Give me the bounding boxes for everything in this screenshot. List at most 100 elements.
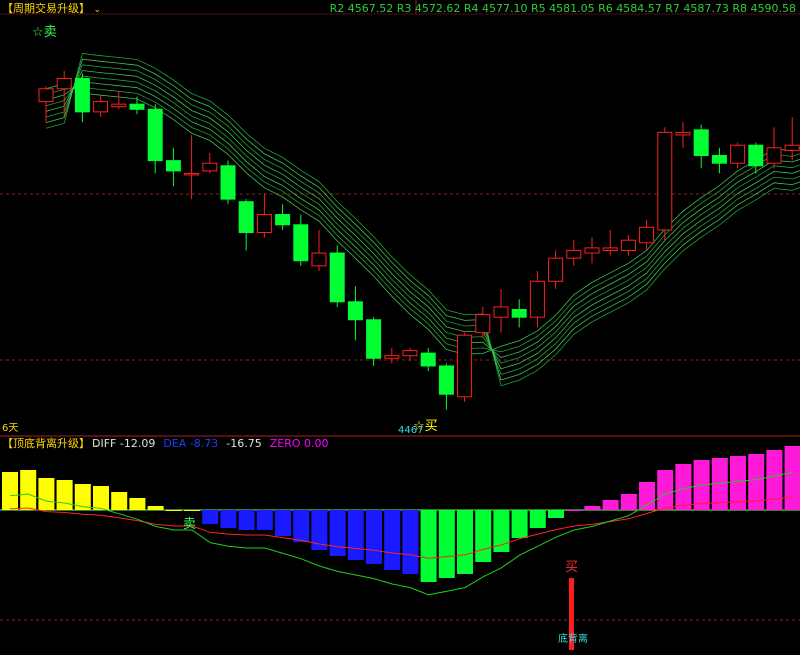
histogram-bar (529, 510, 546, 528)
candle-body (275, 214, 291, 226)
histogram-bar (748, 454, 765, 510)
level-r5: R5 4581.05 (530, 2, 599, 15)
histogram-bar (766, 450, 783, 510)
dea-line (9, 496, 793, 559)
candle-body (711, 155, 727, 164)
candle-body (730, 144, 746, 164)
level-readout: R2 4567.52 R3 4572.62 R4 4577.10 R5 4581… (330, 2, 796, 16)
candle-body (457, 334, 473, 398)
chart-window: 【周期交易升级】 ⌄ R2 4567.52 R3 4572.62 R4 4577… (0, 0, 800, 655)
histogram-bar (511, 510, 528, 538)
histogram-bar (602, 500, 619, 510)
histogram-bar (256, 510, 273, 530)
sub-sell-marker: 卖 (183, 517, 197, 532)
histogram-bar (366, 510, 382, 564)
histogram-bar (620, 494, 637, 510)
candle-body (693, 129, 709, 156)
histogram-bar (202, 510, 219, 524)
candle-body (584, 247, 600, 254)
histogram-bar (184, 510, 200, 511)
candle-body (748, 144, 764, 167)
low-price-label: 4467 (398, 425, 424, 436)
candle-body (293, 224, 309, 262)
indicator-dea: DEA -8.73 (163, 437, 219, 450)
chevron-down-icon[interactable]: ⌄ (94, 5, 102, 15)
histogram-bar (93, 486, 109, 510)
histogram-bar (420, 510, 437, 582)
level-r8: R8 4590.58 (732, 2, 796, 15)
histogram-bar (347, 510, 364, 560)
sub-panel-title[interactable]: 【顶底背离升级】 ⌄ (2, 437, 101, 452)
histogram-bar (293, 510, 310, 542)
candle-body (493, 306, 509, 318)
candle-body (639, 226, 655, 244)
histogram-bar (402, 510, 419, 574)
histogram-bar (566, 510, 583, 511)
indicator-zero: ZERO 0.00 (269, 437, 329, 450)
candle-body (620, 239, 636, 251)
histogram-bar (111, 492, 128, 510)
candle-body (675, 131, 691, 136)
candle-body (111, 103, 127, 108)
level-r2: R2 4567.52 (329, 2, 397, 15)
histogram-bar (475, 510, 492, 562)
period-label: 6天 (2, 423, 19, 434)
chart-canvas (0, 0, 800, 650)
histogram-bar (384, 510, 401, 570)
candle-body (529, 280, 545, 318)
candle-body (184, 172, 200, 176)
histogram-bar (38, 478, 55, 510)
candle-body (220, 165, 236, 200)
candle-body (38, 88, 54, 103)
candle-body (56, 78, 72, 90)
candle-body (384, 355, 400, 359)
divergence-label: 底背离 (558, 634, 588, 645)
candle-body (420, 352, 436, 367)
histogram-bar (220, 510, 237, 528)
sub-title-text: 【顶底背离升级】 (2, 437, 90, 450)
candle-body (475, 314, 491, 334)
candle-body (165, 160, 181, 172)
histogram-bar (275, 510, 291, 536)
histogram-bar (657, 470, 674, 510)
sub-buy-marker: 买 (565, 560, 579, 575)
candle-body (511, 309, 527, 318)
candle-body (566, 249, 582, 259)
candle-body (657, 131, 673, 231)
indicator-readout: DIFF -12.09 DEA -8.73 -16.75 ZERO 0.00 (92, 437, 336, 451)
candle-body (93, 101, 109, 113)
histogram-bar (165, 510, 182, 511)
candle-body (329, 252, 345, 303)
candle-body (784, 144, 800, 151)
histogram-bar (584, 506, 601, 510)
histogram-bar (457, 510, 473, 574)
histogram-bar (20, 470, 37, 510)
level-r3: R3 4572.62 (396, 2, 464, 15)
histogram-bar (784, 446, 800, 510)
histogram-bar (438, 510, 455, 578)
candle-body (366, 319, 382, 359)
candle-body (256, 214, 272, 234)
histogram-bar (329, 510, 346, 556)
candle-body (311, 252, 327, 267)
main-panel-title[interactable]: 【周期交易升级】 ⌄ (2, 2, 101, 17)
candle-body (402, 350, 418, 357)
histogram-bar (548, 510, 564, 518)
histogram-bar (238, 510, 255, 530)
histogram-bar (129, 498, 146, 510)
candle-body (438, 365, 454, 395)
candle-body (202, 162, 218, 172)
candle-body (129, 103, 145, 110)
candle-body (602, 247, 618, 251)
main-title-text: 【周期交易升级】 (2, 2, 90, 15)
level-r7: R7 4587.73 (665, 2, 733, 15)
diff-line (9, 471, 793, 596)
indicator-diff: DIFF -12.09 (92, 437, 156, 450)
histogram-bar (56, 480, 73, 510)
histogram-bar (2, 472, 18, 510)
candle-body (548, 257, 564, 282)
candle-body (74, 78, 90, 113)
candle-body (238, 201, 254, 233)
level-r4: R4 4577.10 (463, 2, 531, 15)
histogram-bar (147, 506, 164, 510)
